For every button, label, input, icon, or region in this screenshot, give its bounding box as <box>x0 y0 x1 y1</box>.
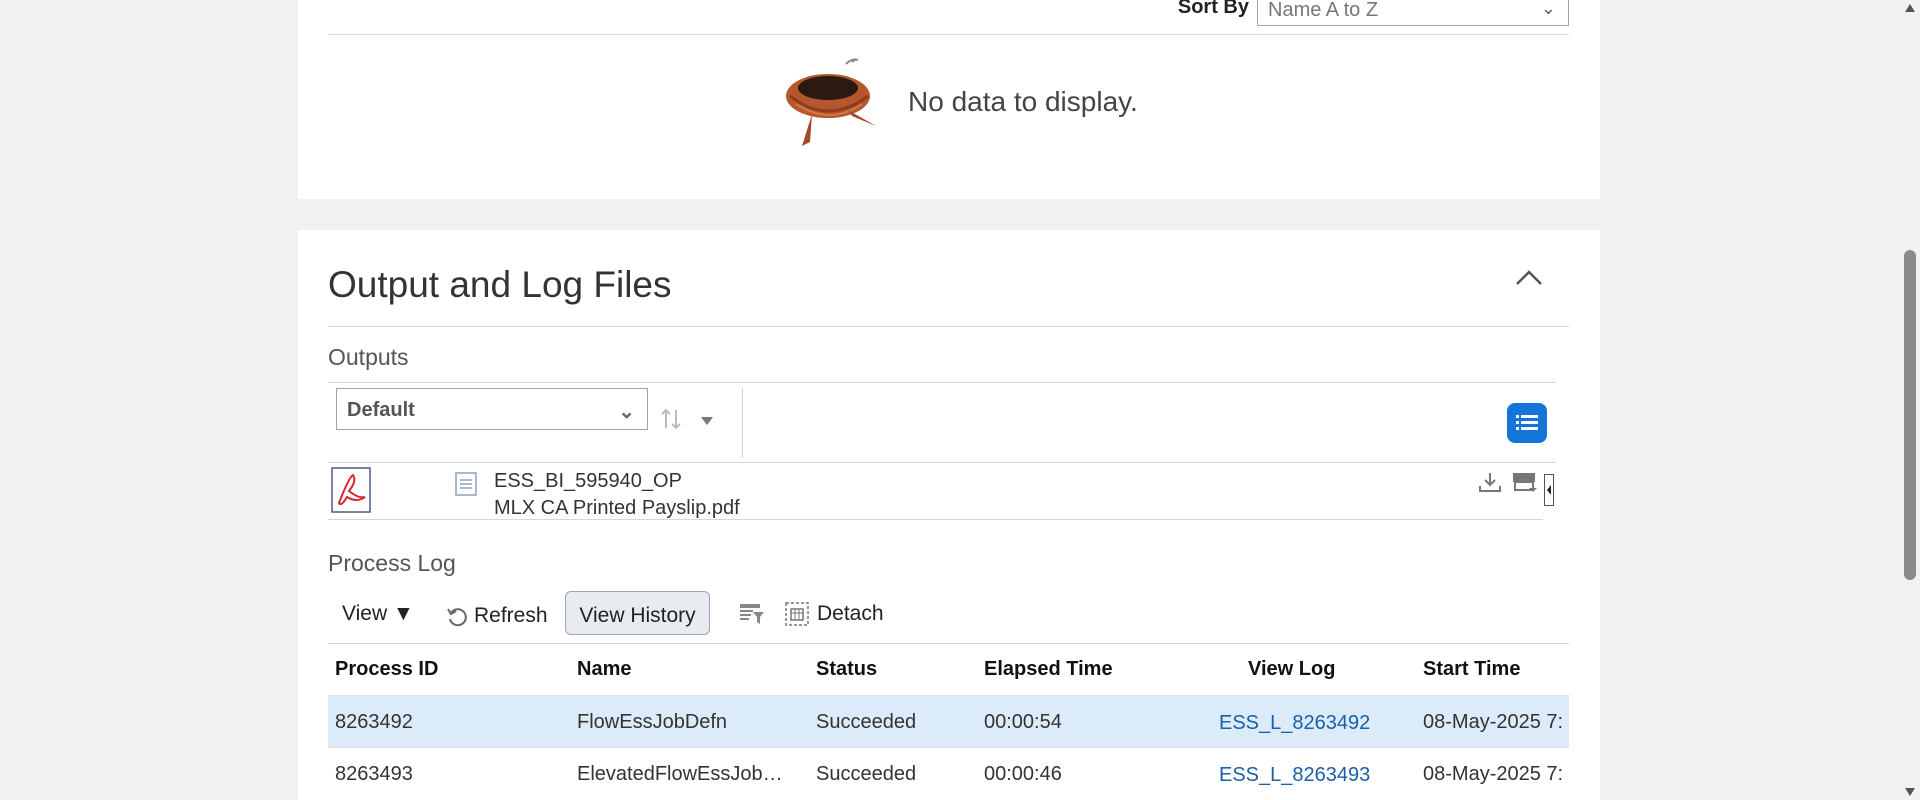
cell-process-id: 8263493 <box>335 763 413 785</box>
process-log-table: Process ID Name Status Elapsed Time View… <box>328 643 1569 799</box>
file-name-line2: MLX CA Printed Payslip.pdf <box>494 497 740 519</box>
cell-status: Succeeded <box>816 763 917 785</box>
output-log-card: Output and Log Files Outputs Default ⌄ E… <box>298 230 1600 800</box>
search-results-card: Sort By Name A to Z ⌄ No data to display… <box>298 0 1600 199</box>
refresh-icon <box>447 608 467 627</box>
sort-icon[interactable] <box>660 408 682 430</box>
scroll-up-icon[interactable] <box>1905 4 1915 12</box>
detach-button[interactable]: Detach <box>785 602 884 626</box>
section-title: Output and Log Files <box>328 264 672 305</box>
output-file-row[interactable]: ESS_BI_595940_OP MLX CA Printed Payslip.… <box>328 464 1543 520</box>
file-name-line1: ESS_BI_595940_OP <box>494 470 682 492</box>
cell-process-id: 8263492 <box>335 711 413 733</box>
view-log-link[interactable]: ESS_L_8263493 <box>1219 764 1370 787</box>
collapse-icon[interactable] <box>1514 266 1544 288</box>
sort-label: Sort By <box>1177 0 1249 18</box>
republish-icon[interactable] <box>1511 470 1539 494</box>
query-by-example-icon[interactable] <box>739 602 765 626</box>
detach-label: Detach <box>817 602 884 625</box>
table-row[interactable]: 8263492 FlowEssJobDefn Succeeded 00:00:5… <box>328 695 1569 747</box>
toolbar-divider <box>742 388 743 458</box>
col-start-time[interactable]: Start Time <box>1423 658 1520 681</box>
table-row[interactable]: 8263493 ElevatedFlowEssJob… Succeeded 00… <box>328 747 1569 799</box>
empty-state-message: No data to display. <box>908 85 1138 117</box>
cell-start-time: 08-May-2025 7: <box>1423 711 1564 733</box>
refresh-label: Refresh <box>474 604 548 627</box>
download-icon[interactable] <box>1477 470 1503 494</box>
sort-select[interactable]: Name A to Z ⌄ <box>1257 0 1569 26</box>
list-view-button[interactable] <box>1507 403 1547 443</box>
cell-elapsed-time: 00:00:46 <box>984 763 1062 785</box>
document-icon <box>455 472 477 496</box>
detach-icon <box>785 602 809 626</box>
divider <box>328 382 1556 383</box>
cell-name: FlowEssJobDefn <box>577 711 728 733</box>
scrollbar-thumb[interactable] <box>1904 250 1916 580</box>
view-menu[interactable]: View ▼ <box>342 602 414 626</box>
chevron-down-icon: ⌄ <box>1540 0 1556 18</box>
view-select[interactable]: Default ⌄ <box>336 388 648 430</box>
process-log-toolbar: View ▼ Refresh View History Detach <box>328 590 1569 646</box>
divider <box>328 462 1556 463</box>
refresh-button[interactable]: Refresh <box>446 604 548 628</box>
cell-name: ElevatedFlowEssJob… <box>577 763 783 785</box>
col-status[interactable]: Status <box>816 658 877 681</box>
chevron-down-icon: ⌄ <box>618 401 635 423</box>
outputs-label: Outputs <box>328 344 409 370</box>
section-header: Output and Log Files <box>328 230 1569 327</box>
col-name[interactable]: Name <box>577 658 631 681</box>
col-view-log[interactable]: View Log <box>1248 658 1335 681</box>
caret-down-icon[interactable] <box>700 416 714 426</box>
view-select-value: Default <box>347 399 415 421</box>
col-process-id[interactable]: Process ID <box>335 658 438 681</box>
pdf-file-icon <box>331 467 371 513</box>
sort-select-value: Name A to Z <box>1268 0 1379 21</box>
caret-left-icon <box>1547 485 1551 495</box>
view-history-button[interactable]: View History <box>565 591 710 635</box>
cell-status: Succeeded <box>816 711 917 733</box>
scroll-down-icon[interactable] <box>1905 788 1915 796</box>
cell-elapsed-time: 00:00:54 <box>984 711 1062 733</box>
cell-start-time: 08-May-2025 7: <box>1423 763 1564 785</box>
empty-nest-icon <box>786 58 876 146</box>
view-log-link[interactable]: ESS_L_8263492 <box>1219 712 1370 735</box>
sort-row: Sort By Name A to Z ⌄ <box>328 0 1569 35</box>
list-icon <box>1516 415 1538 430</box>
process-log-label: Process Log <box>328 550 456 576</box>
col-elapsed-time[interactable]: Elapsed Time <box>984 658 1113 681</box>
panel-collapse-handle[interactable] <box>1544 474 1554 506</box>
page-scrollbar[interactable] <box>1900 0 1920 800</box>
table-header: Process ID Name Status Elapsed Time View… <box>328 643 1569 695</box>
empty-state: No data to display. <box>782 54 1138 149</box>
